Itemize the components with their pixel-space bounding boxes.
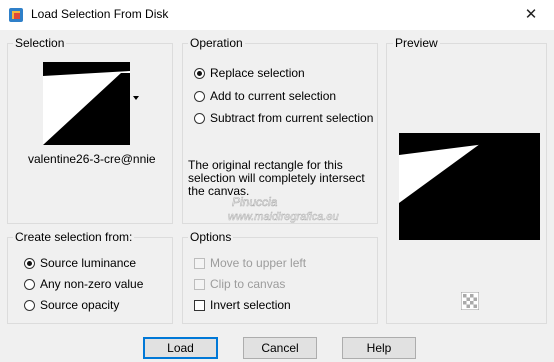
radio-button[interactable] [24,278,35,290]
checkbox[interactable] [194,299,205,311]
radio-button[interactable] [194,67,205,79]
preview-group-label: Preview [393,36,440,50]
radio-button[interactable] [24,299,35,311]
selection-name: valentine26-3-cre@nnie [28,152,156,166]
radio-source-opacity[interactable]: Source opacity [24,297,119,313]
preview-image [399,133,540,240]
radio-label: Subtract from current selection [210,111,374,125]
checkbox-clip-to-canvas[interactable]: Clip to canvas [194,276,285,292]
checkbox-invert-selection[interactable]: Invert selection [194,297,291,313]
radio-subtract-selection[interactable]: Subtract from current selection [194,110,373,126]
close-button[interactable]: ✕ [508,0,554,30]
radio-replace-selection[interactable]: Replace selection [194,65,305,81]
window-title: Load Selection From Disk [31,7,169,21]
selection-thumbnail[interactable] [43,62,130,145]
radio-button[interactable] [194,90,205,102]
cancel-button[interactable]: Cancel [243,337,317,359]
radio-any-non-zero[interactable]: Any non-zero value [24,276,143,292]
chevron-down-icon[interactable] [133,96,139,100]
radio-source-luminance[interactable]: Source luminance [24,255,136,271]
radio-add-to-selection[interactable]: Add to current selection [194,88,336,104]
checkbox-move-upper-left[interactable]: Move to upper left [194,255,306,271]
checkbox[interactable] [194,257,205,269]
radio-button[interactable] [24,257,35,269]
radio-label: Any non-zero value [40,277,144,291]
help-button[interactable]: Help [342,337,416,359]
create-from-group-label: Create selection from: [13,230,135,244]
radio-label: Source opacity [40,298,120,312]
radio-label: Source luminance [40,256,137,270]
load-button[interactable]: Load [143,337,218,359]
title-bar: Load Selection From Disk ✕ [0,0,554,30]
operation-info-text: The original rectangle for this selectio… [188,158,365,198]
checkbox-label: Invert selection [210,298,291,312]
checkbox-label: Move to upper left [210,256,307,270]
radio-label: Replace selection [210,66,305,80]
radio-label: Add to current selection [210,89,337,103]
checkbox-label: Clip to canvas [210,277,286,291]
radio-button[interactable] [194,112,205,124]
options-group-label: Options [188,230,234,244]
checkbox[interactable] [194,278,205,290]
selection-group-label: Selection [13,36,67,50]
app-icon [9,8,23,22]
close-icon: ✕ [524,6,538,23]
operation-group-label: Operation [188,36,245,50]
checkerboard-icon[interactable] [461,292,479,310]
